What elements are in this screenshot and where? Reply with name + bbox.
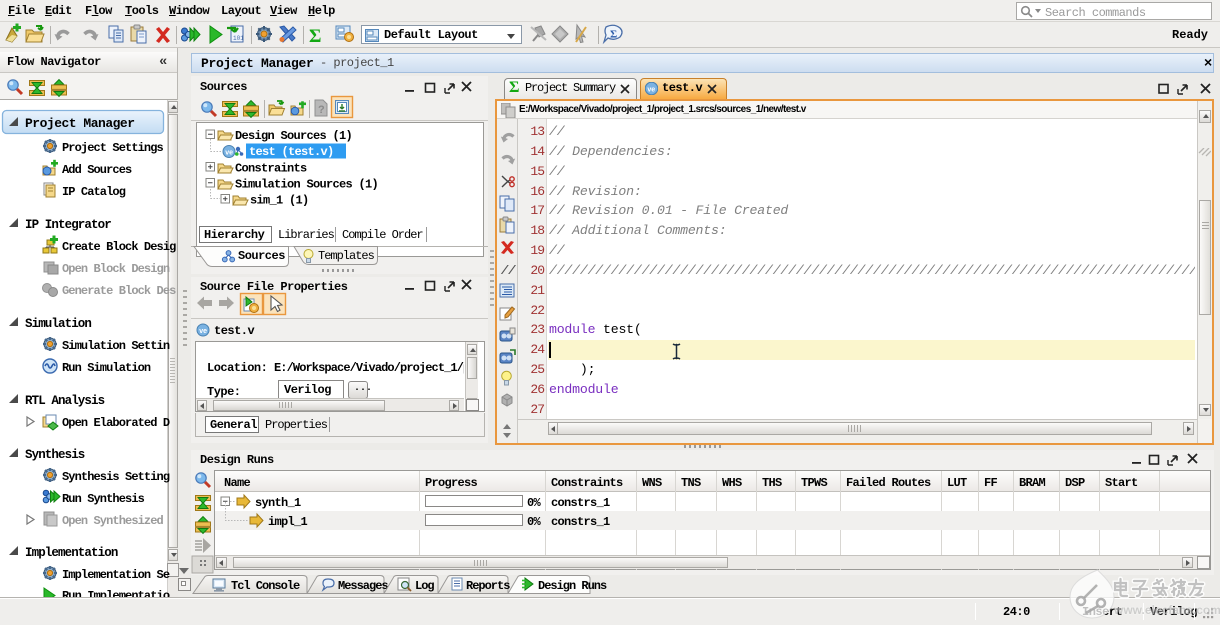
svg-text:test.v: test.v (214, 324, 255, 338)
svg-text:Run Implementatio: Run Implementatio (62, 589, 170, 597)
svg-text:Constraints: Constraints (551, 476, 623, 490)
svg-text://: // (500, 264, 516, 278)
svg-text:Synthesis Setting: Synthesis Setting (62, 470, 170, 484)
svg-text:WNS: WNS (642, 476, 662, 490)
svg-text:constrs_1: constrs_1 (551, 496, 610, 510)
svg-text:WHS: WHS (722, 476, 742, 490)
svg-text:IP Catalog: IP Catalog (62, 185, 126, 199)
svg-text:Create Block Desig: Create Block Desig (62, 240, 176, 254)
svg-text:FF: FF (984, 476, 998, 490)
svg-text:Open Elaborated D: Open Elaborated D (62, 416, 170, 430)
svg-text:Run Synthesis: Run Synthesis (62, 492, 145, 506)
svg-text:TNS: TNS (681, 476, 701, 490)
svg-text:Design Sources (1): Design Sources (1) (235, 129, 352, 143)
svg-text:BRAM: BRAM (1019, 476, 1046, 490)
svg-text:Simulation: Simulation (25, 317, 91, 331)
svg-text:Constraints: Constraints (235, 162, 307, 176)
svg-text:sim_1 (1): sim_1 (1) (250, 194, 309, 208)
svg-text:Log: Log (415, 579, 434, 593)
svg-text:Σ: Σ (309, 26, 321, 47)
svg-text:Simulation Settin: Simulation Settin (62, 339, 170, 353)
svg-text:Start: Start (1105, 476, 1138, 490)
svg-text:Run Simulation: Run Simulation (62, 361, 151, 375)
svg-text:Reports: Reports (466, 579, 510, 593)
svg-text:Open Synthesized: Open Synthesized (62, 514, 164, 528)
svg-text:test (test.v): test (test.v) (249, 145, 334, 159)
svg-text:TPWS: TPWS (801, 476, 828, 490)
svg-text:synth_1: synth_1 (255, 496, 301, 510)
svg-text:RTL Analysis: RTL Analysis (25, 394, 105, 408)
svg-text:DSP: DSP (1065, 476, 1085, 490)
svg-text:Project Manager: Project Manager (25, 116, 135, 131)
svg-text:Add Sources: Add Sources (62, 163, 132, 177)
svg-text:101: 101 (233, 35, 244, 42)
svg-text:IP Integrator: IP Integrator (25, 218, 111, 232)
svg-text:Synthesis: Synthesis (25, 448, 85, 462)
svg-text:THS: THS (762, 476, 782, 490)
svg-text:Design Runs: Design Runs (538, 579, 607, 593)
svg-text:Implementation Se: Implementation Se (62, 568, 170, 582)
svg-text:Project Settings: Project Settings (62, 141, 164, 155)
svg-text:Σ: Σ (610, 29, 617, 41)
svg-text:Generate Block Des: Generate Block Des (62, 284, 176, 298)
svg-text:www.elecfans.com: www.elecfans.com (1113, 603, 1220, 617)
svg-text:Open Block Design: Open Block Design (62, 262, 170, 276)
svg-text:Progress: Progress (425, 476, 478, 490)
svg-text:Implementation: Implementation (25, 546, 118, 560)
svg-text:constrs_1: constrs_1 (551, 515, 610, 529)
svg-text:0%: 0% (527, 515, 542, 529)
svg-text:Tcl Console: Tcl Console (231, 579, 300, 593)
svg-text:0%: 0% (527, 496, 542, 510)
svg-text:?: ? (318, 104, 325, 116)
svg-text:Messages: Messages (338, 579, 388, 593)
svg-text:ve: ve (647, 86, 655, 93)
svg-text:Name: Name (224, 476, 251, 490)
svg-text:LUT: LUT (947, 476, 967, 490)
svg-text:impl_1: impl_1 (268, 515, 308, 529)
svg-text:Simulation Sources (1): Simulation Sources (1) (235, 178, 378, 192)
svg-text:Failed Routes: Failed Routes (846, 476, 931, 490)
